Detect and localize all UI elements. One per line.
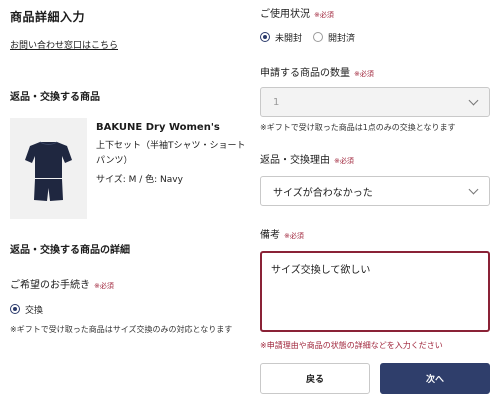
reason-label: 返品・交換理由 ※必須 bbox=[260, 151, 354, 166]
usage-label-text: ご使用状況 bbox=[260, 9, 310, 20]
product-spec: サイズ: M / 色: Navy bbox=[96, 175, 183, 185]
back-button[interactable]: 戻る bbox=[260, 363, 370, 394]
detail-section-title: 返品・交換する商品の詳細 bbox=[10, 245, 130, 256]
remarks-textarea[interactable]: サイズ交換して欲しい bbox=[260, 251, 490, 332]
usage-option-label: 未開封 bbox=[275, 34, 303, 44]
quantity-label: 申請する商品の数量 ※必須 bbox=[260, 64, 374, 79]
usage-label: ご使用状況 ※必須 bbox=[260, 5, 334, 20]
required-badge: ※必須 bbox=[314, 11, 334, 19]
usage-option-unopened[interactable]: 未開封 bbox=[260, 31, 302, 44]
required-badge: ※必須 bbox=[334, 157, 354, 165]
procedure-label-text: ご希望のお手続き bbox=[10, 280, 90, 291]
chevron-down-icon bbox=[468, 184, 479, 195]
reason-select[interactable]: サイズが合わなかった bbox=[260, 176, 490, 206]
procedure-note: ※ギフトで受け取った商品はサイズ交換のみの対応となります bbox=[10, 325, 233, 334]
remarks-label-text: 備考 bbox=[260, 230, 280, 241]
quantity-label-text: 申請する商品の数量 bbox=[260, 68, 350, 79]
required-badge: ※必須 bbox=[94, 282, 114, 290]
chevron-down-icon bbox=[468, 95, 479, 106]
product-name: BAKUNE Dry Women's bbox=[96, 122, 220, 133]
usage-option-label: 開封済 bbox=[328, 34, 356, 44]
contact-link[interactable]: お問い合わせ窓口はこちら bbox=[10, 38, 118, 51]
product-description: 上下セット（半袖Tシャツ・ショートパンツ） bbox=[96, 141, 246, 166]
product-image bbox=[10, 118, 87, 219]
usage-option-opened[interactable]: 開封済 bbox=[313, 31, 355, 44]
remarks-label: 備考 ※必須 bbox=[260, 226, 304, 241]
quantity-note: ※ギフトで受け取った商品は1点のみの交換となります bbox=[260, 123, 456, 132]
quantity-value: 1 bbox=[273, 96, 280, 108]
page-title: 商品詳細入力 bbox=[10, 10, 86, 24]
remarks-note: ※申請理由や商品の状態の詳細などを入力ください bbox=[260, 341, 443, 350]
procedure-option-exchange[interactable]: 交換 bbox=[10, 303, 43, 316]
required-badge: ※必須 bbox=[354, 70, 374, 78]
radio-unchecked-icon bbox=[313, 32, 323, 42]
next-button[interactable]: 次へ bbox=[380, 363, 490, 394]
required-badge: ※必須 bbox=[284, 232, 304, 240]
reason-label-text: 返品・交換理由 bbox=[260, 155, 330, 166]
procedure-option-label: 交換 bbox=[25, 306, 44, 316]
radio-checked-icon bbox=[10, 304, 20, 314]
reason-value: サイズが合わなかった bbox=[273, 187, 373, 199]
procedure-label: ご希望のお手続き ※必須 bbox=[10, 276, 114, 291]
product-section-title: 返品・交換する商品 bbox=[10, 92, 100, 103]
quantity-select[interactable]: 1 bbox=[260, 87, 490, 117]
radio-checked-icon bbox=[260, 32, 270, 42]
